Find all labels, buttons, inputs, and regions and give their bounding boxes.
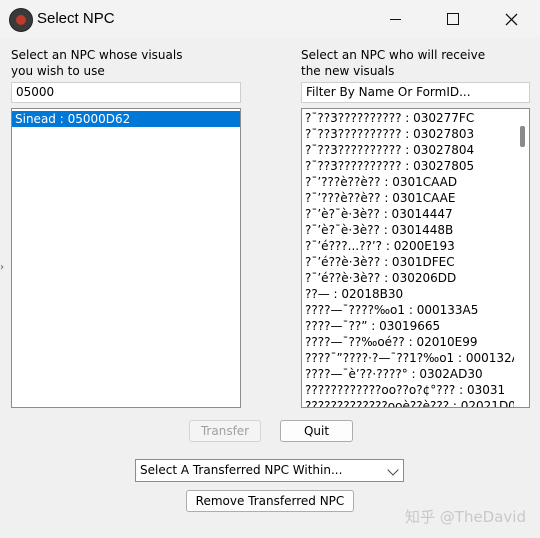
dropdown-selected-text: Select A Transferred NPC Within... bbox=[140, 463, 343, 477]
target-list-item[interactable]: ????—¯??‰oé?? : 02010E99 bbox=[302, 334, 514, 350]
target-list-item[interactable]: ?¯??3?????????? : 03027803 bbox=[302, 126, 514, 142]
target-list-scrollbar[interactable] bbox=[515, 109, 529, 407]
source-filter-input[interactable]: 05000 bbox=[11, 82, 241, 103]
maximize-button[interactable] bbox=[424, 0, 482, 38]
edge-glyph: › bbox=[0, 262, 4, 273]
source-list-item[interactable]: Sinead : 05000D62 bbox=[12, 111, 240, 127]
window-title: Select NPC bbox=[37, 10, 115, 27]
title-bar: Select NPC bbox=[0, 0, 540, 38]
minimize-button[interactable] bbox=[366, 0, 424, 38]
target-npc-list[interactable]: ?¯??3?????????? : 030277FC ?¯??3?????????… bbox=[301, 108, 530, 408]
close-icon bbox=[505, 13, 517, 25]
watermark: 知乎 @TheDavid bbox=[405, 508, 526, 526]
close-button[interactable] bbox=[482, 0, 540, 38]
target-list-item[interactable]: ?¯’é??è·3è?? : 030206DD bbox=[302, 270, 514, 286]
target-list-item[interactable]: ????¯”????·?—¯??1?‰o1 : 000132AA bbox=[302, 350, 514, 366]
target-list-item[interactable]: ?¯??3?????????? : 030277FC bbox=[302, 110, 514, 126]
target-list-item[interactable]: ?¯’é??è·3è?? : 0301DFEC bbox=[302, 254, 514, 270]
target-list-item[interactable]: ????—¯è’??·????° : 0302AD30 bbox=[302, 366, 514, 382]
target-list-item[interactable]: ?¯’è?¯è·3è?? : 0301448B bbox=[302, 222, 514, 238]
target-list-item[interactable]: ?????????????ooè??è??? : 02021D04 bbox=[302, 398, 514, 407]
target-filter-input[interactable]: Filter By Name Or FormID... bbox=[301, 82, 530, 103]
target-list-item[interactable]: ??— : 02018B30 bbox=[302, 286, 514, 302]
target-list-item[interactable]: ?¯’é???...??’? : 0200E193 bbox=[302, 238, 514, 254]
target-list-item[interactable]: ?¯’???è??è?? : 0301CAAD bbox=[302, 174, 514, 190]
target-label: Select an NPC who will receive the new v… bbox=[301, 48, 486, 78]
app-icon bbox=[9, 8, 33, 32]
remove-transferred-npc-button[interactable]: Remove Transferred NPC bbox=[186, 490, 354, 512]
target-list-item[interactable]: ?¯’???è??è?? : 0301CAAE bbox=[302, 190, 514, 206]
minimize-icon bbox=[389, 18, 401, 20]
target-list-item[interactable]: ?¯??3?????????? : 03027804 bbox=[302, 142, 514, 158]
target-list-item[interactable]: ?¯??3?????????? : 03027805 bbox=[302, 158, 514, 174]
source-label: Select an NPC whose visuals you wish to … bbox=[11, 48, 183, 78]
scroll-thumb[interactable] bbox=[520, 126, 525, 147]
target-list-item[interactable]: ????????????oo??o?¢°??? : 03031 bbox=[302, 382, 514, 398]
maximize-icon bbox=[447, 13, 459, 25]
source-npc-list[interactable]: Sinead : 05000D62 bbox=[11, 108, 241, 408]
target-list-item[interactable]: ????—¯??” : 03019665 bbox=[302, 318, 514, 334]
target-list-item[interactable]: ?¯’è?¯è·3è?? : 03014447 bbox=[302, 206, 514, 222]
target-list-item[interactable]: ????—¯????‰o1 : 000133A5 bbox=[302, 302, 514, 318]
transfer-button[interactable]: Transfer bbox=[189, 420, 261, 442]
transferred-npc-dropdown[interactable]: Select A Transferred NPC Within... bbox=[135, 459, 404, 482]
quit-button[interactable]: Quit bbox=[280, 420, 353, 442]
chevron-down-icon bbox=[387, 464, 399, 476]
